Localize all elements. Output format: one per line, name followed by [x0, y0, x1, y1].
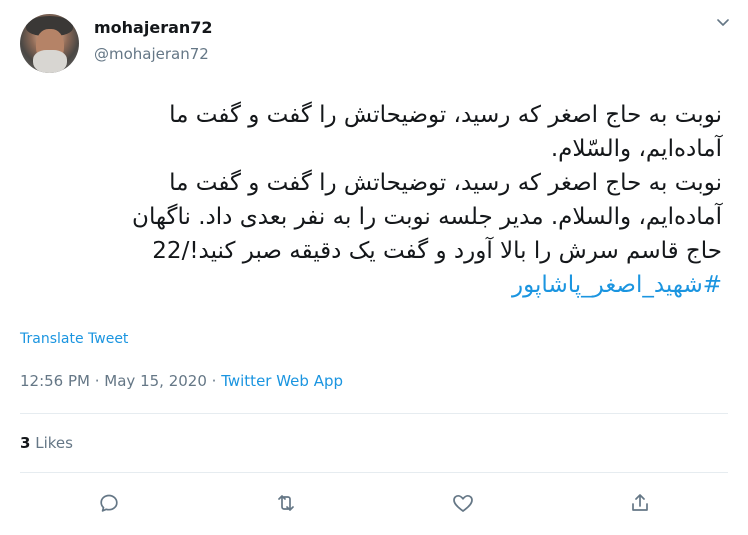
meta-separator: ·: [206, 372, 222, 390]
author-handle[interactable]: @mohajeran72: [94, 45, 209, 63]
tweet-source-link[interactable]: Twitter Web App: [221, 372, 343, 390]
tweet-time[interactable]: 12:56 PM: [20, 372, 90, 390]
tweet-text: نوبت به حاج اصغر که رسید، توضیحاتش را گف…: [17, 98, 722, 302]
tweet-line: آماده‌ایم، والسّلام.: [550, 136, 722, 162]
tweet-line: حاج قاسم سرش را بالا آورد و گفت یک دقیقه…: [152, 238, 722, 264]
likes-number: 3: [20, 434, 31, 452]
likes-label: Likes: [30, 434, 73, 452]
tweet-metadata: 12:56 PM · May 15, 2020 · Twitter Web Ap…: [20, 372, 343, 390]
translate-tweet-link[interactable]: Translate Tweet: [20, 331, 128, 347]
tweet-date[interactable]: May 15, 2020: [104, 372, 207, 390]
tweet-line: نوبت به حاج اصغر که رسید، توضیحاتش را گف…: [169, 170, 722, 196]
retweet-icon[interactable]: [274, 491, 298, 515]
action-bar: [0, 491, 748, 515]
meta-separator: ·: [89, 372, 105, 390]
chevron-down-icon[interactable]: [717, 18, 729, 28]
divider: [20, 472, 728, 473]
author-name[interactable]: mohajeran72: [94, 18, 213, 37]
divider: [20, 413, 728, 414]
tweet-line: آماده‌ایم، والسلام. مدیر جلسه نوبت را به…: [132, 204, 722, 230]
avatar[interactable]: [20, 14, 79, 73]
tweet-line: نوبت به حاج اصغر که رسید، توضیحاتش را گف…: [169, 102, 722, 128]
likes-count[interactable]: 3 Likes: [20, 434, 73, 452]
avatar-beard: [33, 50, 67, 73]
like-icon[interactable]: [451, 491, 475, 515]
hashtag-link[interactable]: #شهید_اصغر_پاشاپور: [17, 268, 722, 302]
reply-icon[interactable]: [97, 491, 121, 515]
share-icon[interactable]: [628, 491, 652, 515]
